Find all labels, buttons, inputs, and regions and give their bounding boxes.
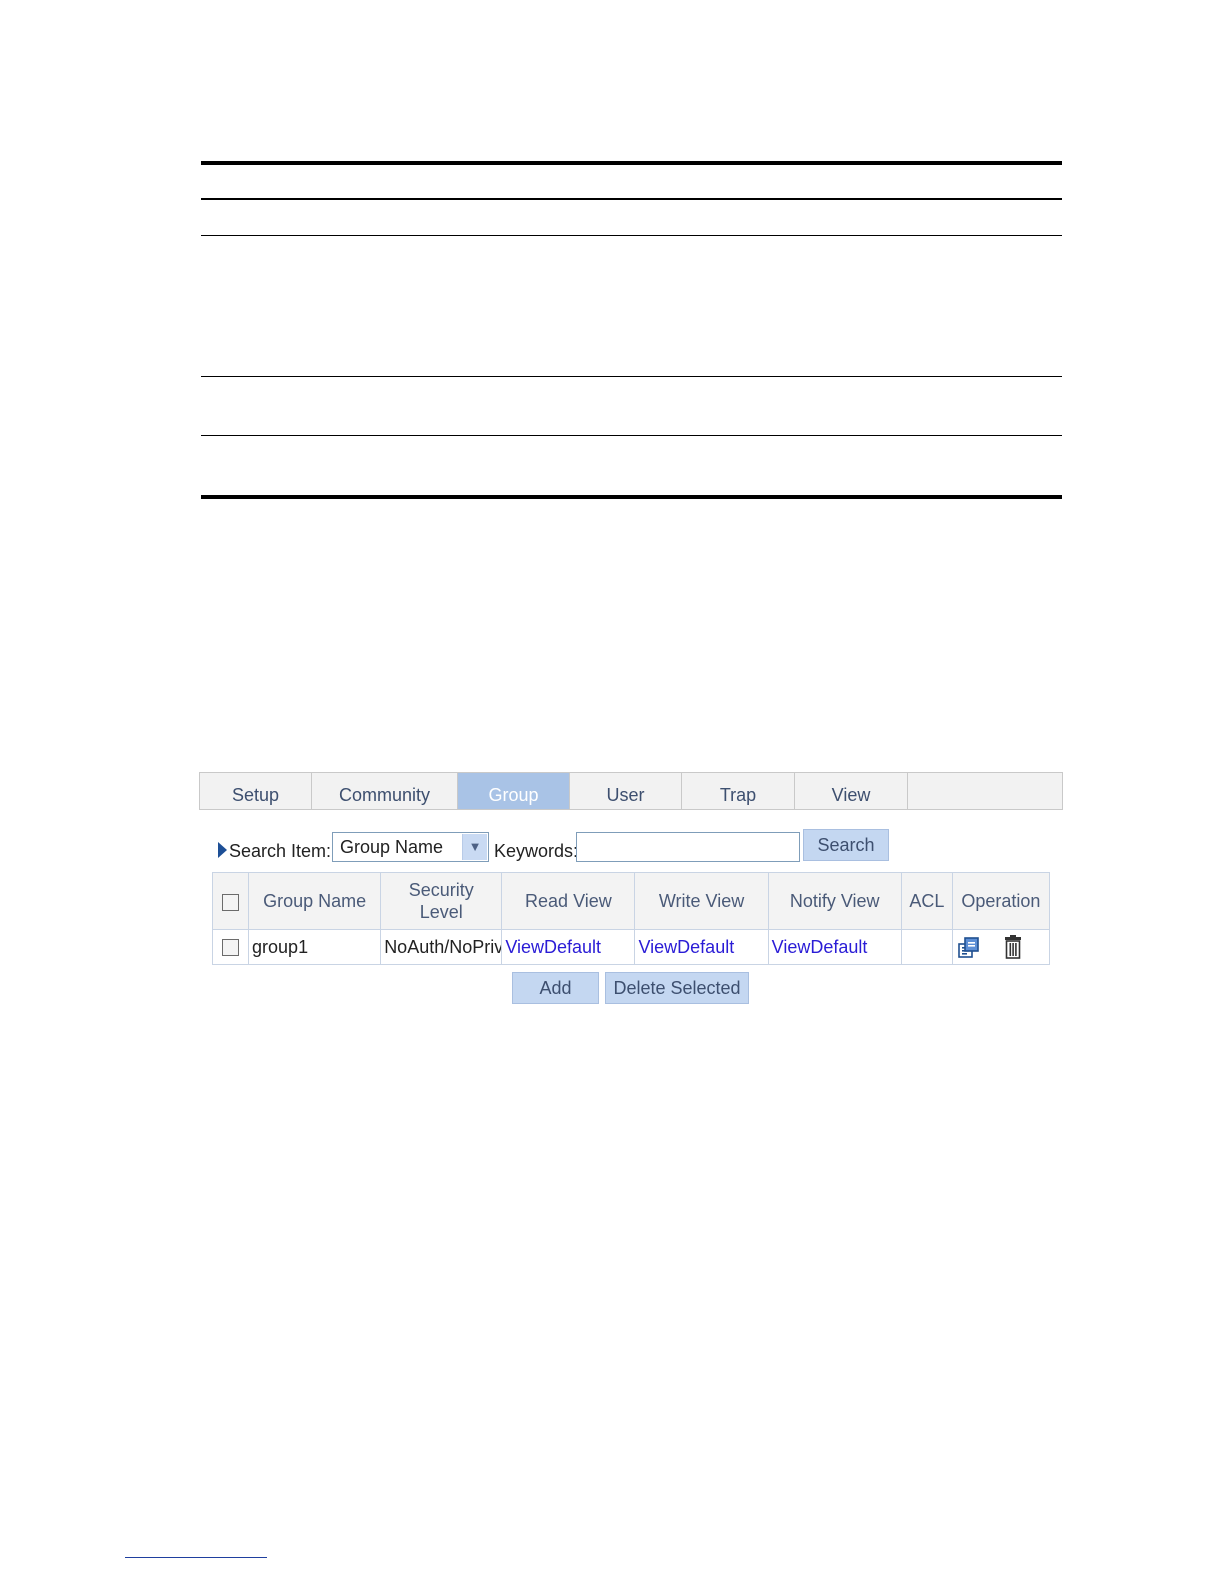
row-checkbox[interactable] [222, 939, 240, 957]
add-button[interactable]: Add [512, 972, 599, 1004]
table-header-row: Group Name Security Level Read View Writ… [211, 872, 1051, 930]
edit-icon[interactable] [957, 935, 981, 959]
doc-table-row-rule [201, 235, 1062, 236]
footer-rule [125, 1557, 267, 1558]
column-header-operation: Operation [951, 872, 1051, 930]
delete-selected-button[interactable]: Delete Selected [605, 972, 749, 1004]
group-table: Group Name Security Level Read View Writ… [211, 872, 1051, 965]
trash-icon[interactable] [1003, 935, 1023, 959]
triangle-right-icon [218, 842, 227, 858]
chevron-down-icon[interactable]: ▼ [462, 834, 487, 860]
doc-table-top-rule [201, 161, 1062, 165]
cell-group-name: group1 [248, 929, 382, 965]
write-view-link[interactable]: ViewDefault [634, 929, 769, 965]
notify-view-link[interactable]: ViewDefault [767, 929, 902, 965]
column-header-acl[interactable]: ACL [900, 872, 953, 930]
doc-table-header-rule [201, 198, 1062, 200]
select-all-cell [211, 872, 250, 930]
tab-trap[interactable]: Trap [682, 773, 795, 809]
read-view-link[interactable]: ViewDefault [501, 929, 636, 965]
tab-community[interactable]: Community [312, 773, 458, 809]
tab-user[interactable]: User [570, 773, 682, 809]
column-header-group-name[interactable]: Group Name [248, 872, 382, 930]
doc-table-row-rule [201, 435, 1062, 436]
search-item-label: Search Item: [229, 841, 332, 861]
tab-setup[interactable]: Setup [200, 773, 312, 809]
select-all-checkbox[interactable] [222, 893, 240, 911]
column-header-read-view[interactable]: Read View [501, 872, 636, 930]
search-item-selected-value: Group Name [340, 837, 444, 857]
cell-security-level: NoAuth/NoPriv [380, 929, 503, 965]
column-header-security-level-line2: Level [419, 902, 463, 922]
row-select-cell [211, 929, 250, 965]
tab-bar: Setup Community Group User Trap View [199, 772, 1063, 810]
doc-table-bottom-rule [201, 495, 1062, 499]
column-header-security-level-line1: Security [408, 880, 474, 900]
search-button[interactable]: Search [803, 829, 889, 861]
keywords-label: Keywords: [494, 841, 579, 861]
cell-acl [900, 929, 953, 965]
keywords-input[interactable] [576, 832, 800, 862]
tab-group[interactable]: Group [458, 773, 570, 809]
tab-view[interactable]: View [795, 773, 908, 809]
column-header-security-level[interactable]: Security Level [380, 872, 503, 930]
doc-table-row-rule [201, 376, 1062, 377]
cell-operation [951, 929, 1051, 965]
table-row: group1 NoAuth/NoPriv ViewDefault ViewDef… [211, 929, 1051, 965]
column-header-notify-view[interactable]: Notify View [767, 872, 902, 930]
column-header-write-view[interactable]: Write View [634, 872, 769, 930]
search-item-select[interactable]: Group Name ▼ [332, 832, 489, 862]
